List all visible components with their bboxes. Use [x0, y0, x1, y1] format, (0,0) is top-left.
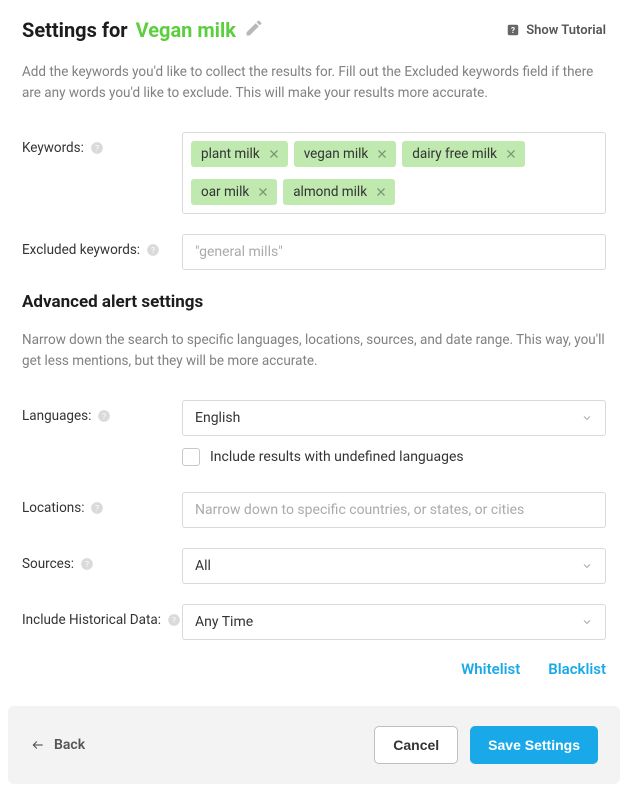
pencil-icon — [244, 18, 264, 38]
keywords-input[interactable]: plant milk vegan milk dairy free milk oar m… — [182, 132, 606, 214]
help-icon: ? — [146, 243, 160, 257]
close-icon[interactable] — [375, 186, 387, 198]
undefined-languages-label: Include results with undefined languages — [210, 449, 464, 465]
sources-select[interactable]: All — [182, 548, 606, 584]
historical-value: Any Time — [195, 614, 253, 630]
help-icon: ? — [80, 557, 94, 571]
keywords-label: Keywords: ? — [22, 132, 182, 156]
sources-label: Sources: ? — [22, 548, 182, 572]
intro-text: Add the keywords you'd like to collect t… — [22, 62, 606, 104]
languages-select[interactable]: English — [182, 400, 606, 436]
historical-data-label: Include Historical Data: ? — [22, 604, 182, 628]
svg-text:?: ? — [96, 503, 100, 513]
languages-label: Languages: ? — [22, 400, 182, 424]
title-name: Vegan milk — [136, 18, 236, 42]
close-icon[interactable] — [376, 148, 388, 160]
svg-text:?: ? — [102, 411, 106, 421]
svg-text:?: ? — [95, 143, 99, 153]
show-tutorial-button[interactable]: ? Show Tutorial — [506, 23, 606, 38]
undefined-languages-checkbox[interactable] — [182, 448, 200, 466]
locations-label: Locations: ? — [22, 492, 182, 516]
keyword-tag-label: vegan milk — [304, 146, 369, 162]
chevron-down-icon — [581, 560, 593, 572]
keyword-tag: vegan milk — [294, 141, 397, 167]
svg-text:?: ? — [511, 25, 515, 35]
keyword-tag-label: oar milk — [201, 184, 249, 200]
languages-value: English — [195, 410, 240, 426]
advanced-intro: Narrow down the search to specific langu… — [22, 330, 606, 372]
excluded-keywords-label: Excluded keywords: ? — [22, 234, 182, 258]
keyword-tag-label: almond milk — [293, 184, 367, 200]
help-icon: ? — [97, 409, 111, 423]
chevron-down-icon — [581, 616, 593, 628]
footer-bar: Back Cancel Save Settings — [8, 706, 620, 784]
svg-text:?: ? — [85, 559, 89, 569]
arrow-left-icon — [30, 738, 46, 752]
help-icon: ? — [506, 23, 520, 37]
keyword-tag-label: dairy free milk — [412, 146, 497, 162]
edit-title-button[interactable] — [244, 18, 264, 42]
excluded-keywords-input[interactable] — [182, 234, 606, 270]
close-icon[interactable] — [505, 148, 517, 160]
keyword-tag: almond milk — [283, 179, 395, 205]
chevron-down-icon — [581, 412, 593, 424]
back-button[interactable]: Back — [30, 737, 85, 753]
advanced-heading: Advanced alert settings — [22, 292, 606, 312]
keyword-tag: plant milk — [191, 141, 288, 167]
keyword-tag-label: plant milk — [201, 146, 260, 162]
close-icon[interactable] — [268, 148, 280, 160]
close-icon[interactable] — [257, 186, 269, 198]
save-settings-button[interactable]: Save Settings — [470, 726, 598, 764]
historical-data-select[interactable]: Any Time — [182, 604, 606, 640]
whitelist-link[interactable]: Whitelist — [461, 660, 520, 678]
blacklist-link[interactable]: Blacklist — [548, 660, 606, 678]
tutorial-label: Show Tutorial — [526, 23, 606, 38]
help-icon: ? — [90, 141, 104, 155]
keyword-tag: dairy free milk — [402, 141, 525, 167]
help-icon: ? — [167, 613, 181, 627]
back-label: Back — [54, 737, 85, 753]
sources-value: All — [195, 558, 211, 574]
svg-text:?: ? — [151, 245, 155, 255]
title-prefix: Settings for — [22, 18, 128, 42]
svg-text:?: ? — [172, 615, 176, 625]
page-header: Settings for Vegan milk ? Show Tutorial — [22, 18, 606, 42]
keyword-tag: oar milk — [191, 179, 277, 205]
locations-input[interactable] — [182, 492, 606, 528]
help-icon: ? — [90, 501, 104, 515]
cancel-button[interactable]: Cancel — [374, 726, 458, 764]
